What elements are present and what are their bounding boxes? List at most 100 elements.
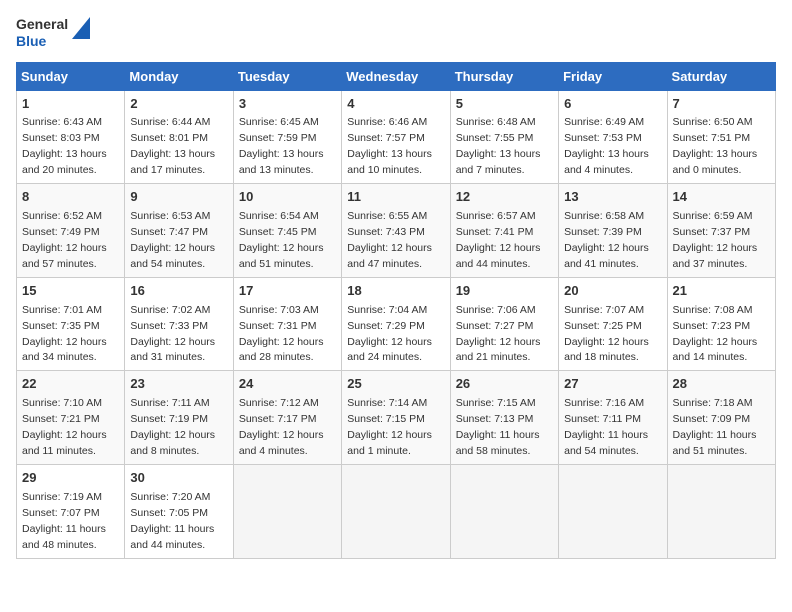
day-info: Sunrise: 6:44 AMSunset: 8:01 PMDaylight:… <box>130 116 215 176</box>
day-info: Sunrise: 6:58 AMSunset: 7:39 PMDaylight:… <box>564 210 649 270</box>
calendar-cell: 22 Sunrise: 7:10 AMSunset: 7:21 PMDaylig… <box>17 371 125 465</box>
calendar-cell: 18 Sunrise: 7:04 AMSunset: 7:29 PMDaylig… <box>342 277 450 371</box>
weekday-header-saturday: Saturday <box>667 62 775 90</box>
calendar-week-4: 22 Sunrise: 7:10 AMSunset: 7:21 PMDaylig… <box>17 371 776 465</box>
calendar-cell: 23 Sunrise: 7:11 AMSunset: 7:19 PMDaylig… <box>125 371 233 465</box>
day-info: Sunrise: 6:59 AMSunset: 7:37 PMDaylight:… <box>673 210 758 270</box>
calendar-cell: 21 Sunrise: 7:08 AMSunset: 7:23 PMDaylig… <box>667 277 775 371</box>
day-number: 15 <box>22 282 119 301</box>
day-info: Sunrise: 7:20 AMSunset: 7:05 PMDaylight:… <box>130 491 214 551</box>
day-number: 28 <box>673 375 770 394</box>
calendar-cell: 1 Sunrise: 6:43 AMSunset: 8:03 PMDayligh… <box>17 90 125 184</box>
day-number: 8 <box>22 188 119 207</box>
weekday-header-friday: Friday <box>559 62 667 90</box>
weekday-header-sunday: Sunday <box>17 62 125 90</box>
calendar-cell: 6 Sunrise: 6:49 AMSunset: 7:53 PMDayligh… <box>559 90 667 184</box>
day-number: 17 <box>239 282 336 301</box>
logo-text: General Blue <box>16 16 68 50</box>
calendar-cell <box>450 464 558 558</box>
day-info: Sunrise: 7:08 AMSunset: 7:23 PMDaylight:… <box>673 304 758 364</box>
day-info: Sunrise: 6:57 AMSunset: 7:41 PMDaylight:… <box>456 210 541 270</box>
day-number: 21 <box>673 282 770 301</box>
day-number: 9 <box>130 188 227 207</box>
day-info: Sunrise: 6:49 AMSunset: 7:53 PMDaylight:… <box>564 116 649 176</box>
calendar-cell: 24 Sunrise: 7:12 AMSunset: 7:17 PMDaylig… <box>233 371 341 465</box>
day-number: 14 <box>673 188 770 207</box>
day-info: Sunrise: 7:15 AMSunset: 7:13 PMDaylight:… <box>456 397 540 457</box>
logo-icon <box>72 17 90 39</box>
calendar-cell: 8 Sunrise: 6:52 AMSunset: 7:49 PMDayligh… <box>17 184 125 278</box>
day-number: 12 <box>456 188 553 207</box>
calendar-cell <box>233 464 341 558</box>
day-number: 29 <box>22 469 119 488</box>
weekday-header-wednesday: Wednesday <box>342 62 450 90</box>
day-info: Sunrise: 6:45 AMSunset: 7:59 PMDaylight:… <box>239 116 324 176</box>
day-info: Sunrise: 7:01 AMSunset: 7:35 PMDaylight:… <box>22 304 107 364</box>
day-info: Sunrise: 6:43 AMSunset: 8:03 PMDaylight:… <box>22 116 107 176</box>
calendar-cell: 17 Sunrise: 7:03 AMSunset: 7:31 PMDaylig… <box>233 277 341 371</box>
day-number: 19 <box>456 282 553 301</box>
day-number: 11 <box>347 188 444 207</box>
day-number: 18 <box>347 282 444 301</box>
day-number: 30 <box>130 469 227 488</box>
calendar-table: SundayMondayTuesdayWednesdayThursdayFrid… <box>16 62 776 559</box>
weekday-header-thursday: Thursday <box>450 62 558 90</box>
day-info: Sunrise: 7:18 AMSunset: 7:09 PMDaylight:… <box>673 397 757 457</box>
calendar-week-5: 29 Sunrise: 7:19 AMSunset: 7:07 PMDaylig… <box>17 464 776 558</box>
day-info: Sunrise: 6:53 AMSunset: 7:47 PMDaylight:… <box>130 210 215 270</box>
calendar-cell: 19 Sunrise: 7:06 AMSunset: 7:27 PMDaylig… <box>450 277 558 371</box>
weekday-header-monday: Monday <box>125 62 233 90</box>
day-info: Sunrise: 6:46 AMSunset: 7:57 PMDaylight:… <box>347 116 432 176</box>
day-info: Sunrise: 7:19 AMSunset: 7:07 PMDaylight:… <box>22 491 106 551</box>
calendar-cell: 14 Sunrise: 6:59 AMSunset: 7:37 PMDaylig… <box>667 184 775 278</box>
day-number: 25 <box>347 375 444 394</box>
weekday-header-tuesday: Tuesday <box>233 62 341 90</box>
day-number: 4 <box>347 95 444 114</box>
day-info: Sunrise: 6:55 AMSunset: 7:43 PMDaylight:… <box>347 210 432 270</box>
calendar-cell <box>342 464 450 558</box>
day-number: 24 <box>239 375 336 394</box>
calendar-cell: 5 Sunrise: 6:48 AMSunset: 7:55 PMDayligh… <box>450 90 558 184</box>
day-info: Sunrise: 7:11 AMSunset: 7:19 PMDaylight:… <box>130 397 215 457</box>
calendar-cell: 2 Sunrise: 6:44 AMSunset: 8:01 PMDayligh… <box>125 90 233 184</box>
logo: General Blue <box>16 16 90 50</box>
day-info: Sunrise: 7:04 AMSunset: 7:29 PMDaylight:… <box>347 304 432 364</box>
day-info: Sunrise: 7:02 AMSunset: 7:33 PMDaylight:… <box>130 304 215 364</box>
day-info: Sunrise: 6:48 AMSunset: 7:55 PMDaylight:… <box>456 116 541 176</box>
day-number: 3 <box>239 95 336 114</box>
calendar-cell: 26 Sunrise: 7:15 AMSunset: 7:13 PMDaylig… <box>450 371 558 465</box>
calendar-week-3: 15 Sunrise: 7:01 AMSunset: 7:35 PMDaylig… <box>17 277 776 371</box>
day-number: 13 <box>564 188 661 207</box>
day-number: 20 <box>564 282 661 301</box>
day-number: 5 <box>456 95 553 114</box>
day-number: 10 <box>239 188 336 207</box>
day-number: 27 <box>564 375 661 394</box>
day-number: 2 <box>130 95 227 114</box>
logo-general: General <box>16 16 68 33</box>
calendar-week-1: 1 Sunrise: 6:43 AMSunset: 8:03 PMDayligh… <box>17 90 776 184</box>
day-number: 16 <box>130 282 227 301</box>
calendar-cell: 28 Sunrise: 7:18 AMSunset: 7:09 PMDaylig… <box>667 371 775 465</box>
calendar-cell <box>667 464 775 558</box>
calendar-cell: 29 Sunrise: 7:19 AMSunset: 7:07 PMDaylig… <box>17 464 125 558</box>
calendar-cell: 30 Sunrise: 7:20 AMSunset: 7:05 PMDaylig… <box>125 464 233 558</box>
calendar-week-2: 8 Sunrise: 6:52 AMSunset: 7:49 PMDayligh… <box>17 184 776 278</box>
calendar-cell: 13 Sunrise: 6:58 AMSunset: 7:39 PMDaylig… <box>559 184 667 278</box>
calendar-cell: 15 Sunrise: 7:01 AMSunset: 7:35 PMDaylig… <box>17 277 125 371</box>
day-info: Sunrise: 7:03 AMSunset: 7:31 PMDaylight:… <box>239 304 324 364</box>
calendar-cell <box>559 464 667 558</box>
calendar-cell: 7 Sunrise: 6:50 AMSunset: 7:51 PMDayligh… <box>667 90 775 184</box>
day-info: Sunrise: 7:16 AMSunset: 7:11 PMDaylight:… <box>564 397 648 457</box>
calendar-cell: 27 Sunrise: 7:16 AMSunset: 7:11 PMDaylig… <box>559 371 667 465</box>
day-info: Sunrise: 7:06 AMSunset: 7:27 PMDaylight:… <box>456 304 541 364</box>
calendar-cell: 3 Sunrise: 6:45 AMSunset: 7:59 PMDayligh… <box>233 90 341 184</box>
day-number: 6 <box>564 95 661 114</box>
day-number: 22 <box>22 375 119 394</box>
page-header: General Blue <box>16 16 776 50</box>
calendar-cell: 9 Sunrise: 6:53 AMSunset: 7:47 PMDayligh… <box>125 184 233 278</box>
calendar-cell: 4 Sunrise: 6:46 AMSunset: 7:57 PMDayligh… <box>342 90 450 184</box>
day-info: Sunrise: 6:50 AMSunset: 7:51 PMDaylight:… <box>673 116 758 176</box>
day-number: 1 <box>22 95 119 114</box>
calendar-cell: 10 Sunrise: 6:54 AMSunset: 7:45 PMDaylig… <box>233 184 341 278</box>
calendar-cell: 12 Sunrise: 6:57 AMSunset: 7:41 PMDaylig… <box>450 184 558 278</box>
